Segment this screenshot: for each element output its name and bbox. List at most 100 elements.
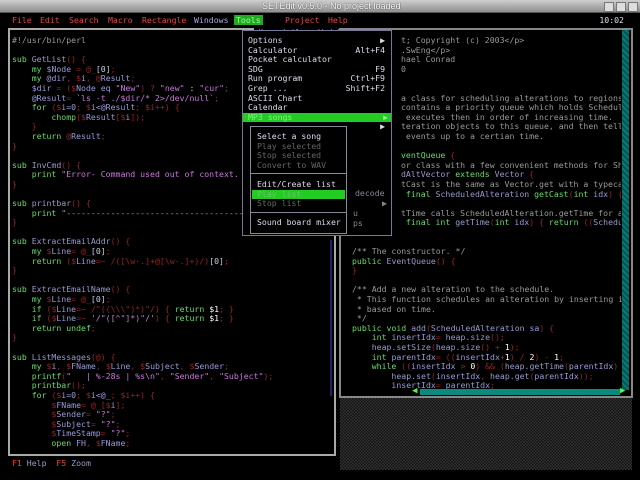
menu-tools[interactable]: Tools bbox=[234, 15, 263, 25]
code-token: return undef bbox=[12, 322, 91, 333]
mp3-submenu-item[interactable]: Convert to WAV bbox=[257, 160, 345, 171]
code-token: my bbox=[12, 294, 47, 305]
code-line: } bbox=[12, 333, 273, 343]
code-token: "new" bbox=[159, 82, 185, 93]
code-token: , $ bbox=[95, 361, 111, 372]
maximize-button[interactable] bbox=[616, 2, 626, 12]
submenu-arrow-icon: ▶ bbox=[380, 121, 385, 132]
perl-code[interactable]: #!/usr/bin/perl sub GetList() { my $Node … bbox=[12, 35, 273, 449]
code-token: ventQueue bbox=[401, 150, 451, 161]
menu-separator bbox=[251, 211, 346, 213]
code-line: hael Conrad bbox=[401, 54, 621, 65]
menu-project[interactable]: Project bbox=[285, 15, 320, 25]
tools-menu-item[interactable]: Pocket calculator bbox=[248, 54, 388, 65]
menu-help[interactable]: Help bbox=[328, 15, 348, 25]
title-bar: SETEdit v0.5.0 - No project loaded bbox=[0, 0, 640, 13]
code-token: } bbox=[352, 265, 357, 276]
code-token: $ bbox=[12, 399, 57, 410]
code-line: public EventQueue() { bbox=[352, 256, 622, 267]
code-token: parentIdx bbox=[568, 361, 614, 372]
code-token: [$ bbox=[115, 111, 126, 122]
menu-file[interactable]: File bbox=[12, 15, 32, 25]
code-token: ; bbox=[130, 73, 136, 84]
code-token: ; bbox=[214, 92, 220, 103]
scroll-right-arrow-icon[interactable]: ▶ bbox=[620, 386, 625, 396]
code-token: sub bbox=[12, 351, 32, 362]
code-token: $ bbox=[12, 418, 57, 429]
code-token: { bbox=[450, 150, 456, 161]
code-token: "Sender" bbox=[169, 370, 210, 381]
code-token: ; bbox=[559, 351, 565, 362]
code-token: ; bbox=[105, 294, 111, 305]
code-token: insertIdx bbox=[455, 351, 500, 362]
zoom-label[interactable]: Zoom bbox=[71, 458, 91, 468]
code-token: "---------------------------------------… bbox=[61, 207, 269, 218]
code-token: heap.get bbox=[490, 370, 530, 381]
code-token: FH bbox=[76, 437, 86, 448]
menu-edit[interactable]: Edit bbox=[40, 15, 60, 25]
code-token: ; bbox=[100, 130, 106, 141]
scroll-left-arrow-icon[interactable]: ◀ bbox=[412, 386, 417, 396]
code-token: = bbox=[435, 332, 446, 343]
code-token: ; bbox=[105, 246, 111, 257]
right-vertical-scrollbar[interactable] bbox=[622, 30, 629, 390]
code-token: ; $ bbox=[76, 102, 91, 113]
code-token: hael Conrad bbox=[401, 54, 456, 65]
code-token: () { bbox=[71, 198, 91, 209]
code-token: ; $i++) { bbox=[135, 102, 180, 113]
menu-search[interactable]: Search bbox=[69, 15, 99, 25]
left-scrollbar[interactable] bbox=[330, 240, 332, 396]
code-token: = (( bbox=[435, 351, 456, 362]
code-token: tTime calls ScheduledAlteration.getTime … bbox=[401, 207, 621, 218]
code-token: "?" bbox=[100, 418, 116, 429]
code-token: = bbox=[90, 418, 101, 429]
mp3-submenu-item[interactable]: Sound board mixer bbox=[257, 218, 345, 228]
code-line: return @Result; bbox=[12, 130, 273, 142]
code-token: ) / bbox=[509, 351, 530, 362]
menu-item-label: SDG bbox=[248, 63, 263, 74]
menu-windows[interactable]: Windows bbox=[194, 15, 229, 25]
code-token: (( bbox=[583, 217, 594, 228]
code-token: printf bbox=[12, 370, 62, 381]
code-token: idx bbox=[514, 217, 530, 228]
setedit-screen: SETEdit v0.5.0 - No project loaded File … bbox=[0, 0, 640, 480]
code-token: if bbox=[12, 303, 47, 314]
code-line: events up to a certian time. bbox=[401, 131, 621, 142]
code-token: InvCmd bbox=[31, 159, 62, 170]
tools-menu-partial-item[interactable]: u bbox=[353, 208, 358, 218]
menu-item-label: ASCII Chart bbox=[248, 92, 303, 103]
code-token: Line bbox=[56, 313, 77, 324]
tools-menu-partial-item[interactable]: ps bbox=[353, 218, 363, 228]
help-key[interactable]: F1 bbox=[12, 458, 22, 468]
code-token: 0 bbox=[401, 63, 406, 74]
code-token: $1 bbox=[209, 303, 220, 314]
menu-rectangle[interactable]: Rectangle bbox=[142, 15, 186, 25]
tools-menu-item[interactable]: MP3 songs ▶ bbox=[243, 112, 391, 123]
clock: 10:02 bbox=[599, 15, 624, 25]
menu-macro[interactable]: Macro bbox=[108, 15, 133, 25]
code-token: extends bbox=[455, 169, 495, 180]
code-token: > bbox=[460, 361, 471, 372]
java-code-bottom[interactable]: /** The constructor. */public EventQueue… bbox=[352, 247, 622, 391]
code-token: sub bbox=[12, 198, 32, 209]
menu-item-label: Calculator bbox=[248, 44, 298, 55]
code-line: 0 bbox=[401, 63, 621, 75]
minimize-button[interactable] bbox=[604, 2, 614, 12]
code-token: (@) { bbox=[90, 351, 116, 362]
code-token: ) && ( bbox=[475, 361, 505, 372]
code-token: for bbox=[12, 102, 52, 113]
code-token: * based on time. bbox=[352, 303, 436, 314]
code-token: ($ bbox=[76, 111, 86, 122]
code-token: $ bbox=[12, 409, 57, 420]
code-line: print "Error- Command used out of contex… bbox=[12, 170, 273, 180]
java-code-top[interactable]: t; Copyright (c) 2003</p> .SwEng</p> hael … bbox=[401, 36, 621, 228]
code-token: teration objects to this queue, and then… bbox=[401, 121, 621, 132]
right-horizontal-scrollbar[interactable] bbox=[420, 389, 620, 395]
zoom-key[interactable]: F5 bbox=[56, 458, 66, 468]
help-label[interactable]: Help bbox=[27, 458, 47, 468]
tools-menu-partial-item[interactable]: decode bbox=[355, 188, 385, 198]
code-token: heap.size bbox=[445, 332, 491, 343]
close-button[interactable] bbox=[628, 2, 638, 12]
code-token: i=0 bbox=[61, 102, 77, 113]
mp3-submenu-item[interactable]: Stop list bbox=[257, 199, 345, 209]
